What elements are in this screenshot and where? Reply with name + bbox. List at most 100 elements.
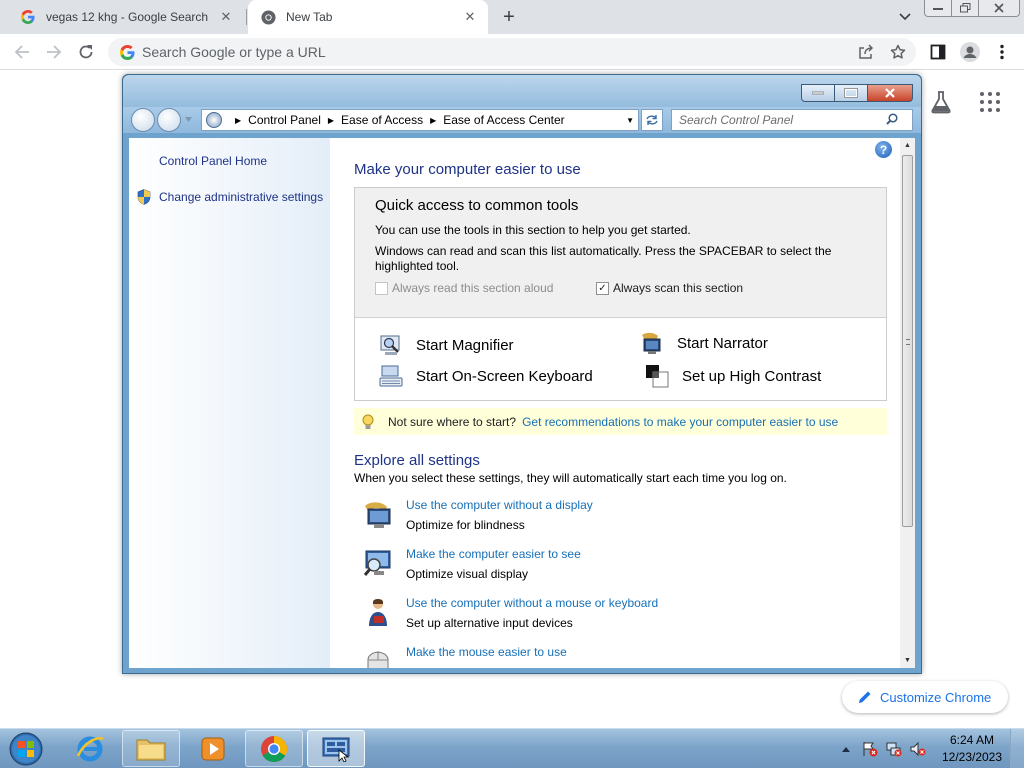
scroll-up-icon[interactable]: ▲ (900, 138, 915, 153)
checkmark-icon: ✓ (596, 281, 609, 295)
taskbar: 6:24 AM 12/23/2023 (0, 728, 1024, 768)
main-pane: ? Make your computer easier to use Quick… (330, 138, 900, 668)
breadcrumb-ease-of-access[interactable]: Ease of Access (341, 113, 423, 127)
vertical-scrollbar[interactable]: ▲ ▼ (900, 138, 915, 668)
read-aloud-checkbox[interactable]: Always read this section aloud (375, 281, 553, 295)
help-icon[interactable]: ? (875, 141, 892, 158)
narrator-monitor-icon (365, 502, 391, 528)
restore-button[interactable] (951, 0, 979, 17)
window-titlebar[interactable] (123, 75, 921, 107)
checkbox-label: Always scan this section (613, 281, 744, 295)
refresh-icon[interactable] (641, 109, 663, 131)
tab-google-search[interactable]: vegas 12 khg - Google Search ✕ (0, 0, 244, 34)
setting-link[interactable]: Use the computer without a mouse or keyb… (406, 596, 658, 610)
close-button[interactable] (867, 84, 913, 102)
address-bar[interactable]: ▶ Control Panel ▶ Ease of Access ▶ Ease … (201, 109, 639, 131)
quick-access-text: You can use the tools in this section to… (375, 223, 691, 237)
media-player-icon[interactable] (184, 730, 242, 767)
window-controls (924, 0, 1020, 18)
new-tab-button[interactable]: + (498, 6, 520, 28)
clock-time: 6:24 AM (949, 733, 995, 747)
tool-label: Start Narrator (677, 334, 768, 352)
forward-button[interactable] (157, 108, 181, 132)
checkbox-label: Always read this section aloud (392, 281, 554, 295)
file-explorer-icon[interactable] (122, 730, 180, 767)
control-panel-window: ▶ Control Panel ▶ Ease of Access ▶ Ease … (122, 74, 922, 674)
control-panel-search[interactable] (671, 109, 913, 131)
share-icon[interactable] (854, 40, 878, 64)
control-panel-taskbar-icon[interactable] (307, 730, 365, 767)
apps-grid-icon[interactable] (980, 92, 1000, 112)
breadcrumb-arrow-icon[interactable]: ▶ (328, 116, 334, 125)
google-g-icon (118, 43, 136, 61)
customize-chrome-button[interactable]: Customize Chrome (842, 681, 1008, 713)
back-arrow-icon[interactable] (10, 40, 34, 64)
minimize-button[interactable] (924, 0, 952, 17)
scan-section-checkbox[interactable]: ✓ Always scan this section (596, 281, 743, 295)
tab-close-icon[interactable]: ✕ (460, 7, 480, 27)
breadcrumb-arrow-icon[interactable]: ▶ (235, 116, 241, 125)
labs-flask-icon[interactable] (930, 90, 954, 116)
change-admin-settings-link[interactable]: Change administrative settings (159, 190, 323, 204)
side-panel-icon[interactable] (926, 40, 950, 64)
magnifier-icon (380, 335, 400, 355)
person-icon (369, 599, 387, 626)
omnibox[interactable] (108, 38, 916, 66)
chrome-taskbar-icon[interactable] (245, 730, 303, 767)
tool-label: Start Magnifier (416, 336, 514, 354)
search-input[interactable] (672, 113, 886, 127)
address-dropdown-icon[interactable]: ▼ (626, 116, 634, 125)
tab-new-tab[interactable]: New Tab ✕ (248, 0, 488, 34)
scrollbar-thumb[interactable] (902, 155, 913, 527)
search-icon[interactable] (886, 112, 898, 128)
narrator-icon (642, 332, 661, 354)
network-icon[interactable] (884, 739, 904, 759)
tool-label: Start On-Screen Keyboard (416, 367, 593, 385)
profile-avatar-icon[interactable] (958, 40, 982, 64)
maximize-button[interactable] (834, 84, 868, 102)
tab-title: vegas 12 khg - Google Search (46, 10, 209, 24)
minimize-button[interactable] (801, 84, 835, 102)
page-title: Make your computer easier to use (354, 161, 581, 178)
breadcrumb-arrow-icon[interactable]: ▶ (430, 116, 436, 125)
setting-link[interactable]: Make the computer easier to see (406, 547, 581, 561)
tab-title: New Tab (286, 10, 333, 24)
keyboard-icon (379, 365, 403, 387)
close-button[interactable] (978, 0, 1020, 17)
clock[interactable]: 6:24 AM 12/23/2023 (936, 732, 1008, 766)
kebab-menu-icon[interactable] (990, 40, 1014, 64)
start-narrator-tool[interactable]: Start Narrator (640, 331, 768, 355)
forward-arrow-icon[interactable] (42, 40, 66, 64)
window-controls (801, 84, 913, 102)
mouse-icon (367, 651, 389, 668)
breadcrumb-control-panel[interactable]: Control Panel (248, 113, 321, 127)
history-dropdown-icon[interactable] (185, 117, 192, 123)
recommendation-tip: Not sure where to start? Get recommendat… (354, 408, 887, 435)
bookmark-star-icon[interactable] (886, 40, 910, 64)
start-magnifier-tool[interactable]: Start Magnifier (379, 333, 514, 357)
chevron-down-icon[interactable] (894, 7, 916, 27)
show-desktop-button[interactable] (1010, 729, 1024, 768)
omnibox-input[interactable] (142, 44, 782, 60)
back-button[interactable] (131, 108, 155, 132)
show-hidden-icons-icon[interactable] (836, 739, 856, 759)
reload-icon[interactable] (74, 40, 98, 64)
start-on-screen-keyboard-tool[interactable]: Start On-Screen Keyboard (379, 364, 593, 388)
customize-chrome-label: Customize Chrome (880, 689, 992, 705)
speaker-muted-icon[interactable] (908, 739, 928, 759)
control-panel-home-link[interactable]: Control Panel Home (159, 154, 267, 168)
browser-toolbar (0, 34, 1024, 70)
scroll-down-icon[interactable]: ▼ (900, 653, 915, 668)
recommendations-link[interactable]: Get recommendations to make your compute… (522, 415, 838, 429)
tab-separator (246, 9, 247, 25)
setting-link[interactable]: Make the mouse easier to use (406, 645, 567, 659)
action-center-flag-icon[interactable] (860, 739, 880, 759)
set-up-high-contrast-tool[interactable]: Set up High Contrast (645, 364, 821, 388)
breadcrumb-ease-of-access-center[interactable]: Ease of Access Center (443, 113, 564, 127)
tab-close-icon[interactable]: ✕ (216, 7, 236, 27)
internet-explorer-icon[interactable] (61, 730, 119, 767)
pencil-icon (858, 690, 872, 704)
control-panel-content: Control Panel Home Change administrative… (129, 138, 915, 668)
start-orb-icon[interactable] (6, 731, 46, 767)
setting-link[interactable]: Use the computer without a display (406, 498, 593, 512)
